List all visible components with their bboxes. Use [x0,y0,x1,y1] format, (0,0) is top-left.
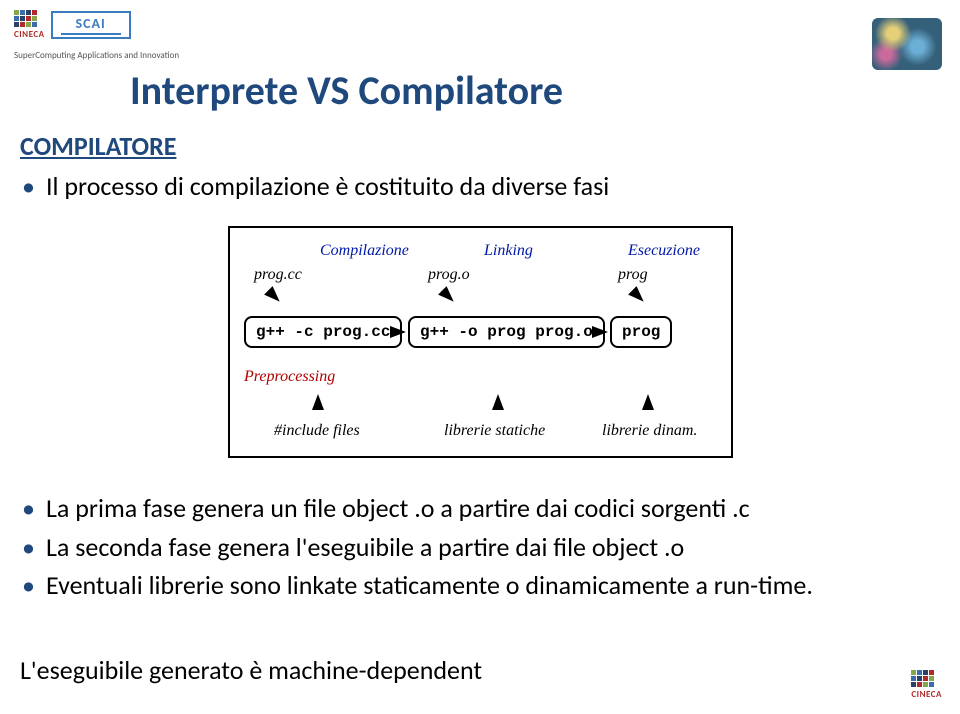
molecule-illustration [872,18,942,70]
arrow-icon [264,286,284,306]
inputs-dynlibs: librerie dinam. [602,422,697,440]
arrow-right-icon [592,326,608,338]
arrow-right-icon [390,326,406,338]
file-src: prog.cc [254,266,302,284]
list-item: La seconda fase genera l'eseguibile a pa… [20,531,920,564]
cmd-compile-box: g++ -c prog.cc [244,316,402,348]
list-item: Il processo di compilazione è costituito… [20,170,920,203]
arrow-icon [438,286,458,306]
file-obj: prog.o [428,266,470,284]
cineca-text: CINECA [14,29,45,40]
arrow-up-icon [312,394,324,410]
arrow-up-icon [492,394,504,410]
logo-tagline: SuperComputing Applications and Innovati… [14,50,179,61]
bullet-list-top: Il processo di compilazione è costituito… [20,170,920,209]
inputs-staticlibs: librerie statiche [444,422,545,440]
compilation-diagram: Compilazione Linking Esecuzione prog.cc … [228,226,733,458]
stage-label-exec: Esecuzione [628,242,700,260]
list-item: Eventuali librerie sono linkate staticam… [20,569,920,602]
section-heading: COMPILATORE [20,130,176,162]
bullet-list-bottom: La prima fase genera un file object .o a… [20,492,920,608]
cmd-run-box: prog [610,316,672,348]
inputs-includes: #include files [274,422,360,440]
footer-line: L'eseguibile generato è machine-dependen… [20,654,482,686]
logo-top-left: CINECA SCAI [14,10,131,40]
arrow-icon [628,286,648,306]
stage-label-compile: Compilazione [320,242,409,260]
file-bin: prog [618,266,648,284]
scai-logo: SCAI [51,11,131,39]
arrow-up-icon [642,394,654,410]
cmd-link-box: g++ -o prog prog.o [408,316,605,348]
stage-label-link: Linking [484,242,533,260]
logo-bottom-right: CINECA [911,670,942,700]
cineca-mark: CINECA [14,10,45,40]
list-item: La prima fase genera un file object .o a… [20,492,920,525]
slide-title: Interprete VS Compilatore [130,66,563,115]
preprocessing-label: Preprocessing [244,368,335,386]
